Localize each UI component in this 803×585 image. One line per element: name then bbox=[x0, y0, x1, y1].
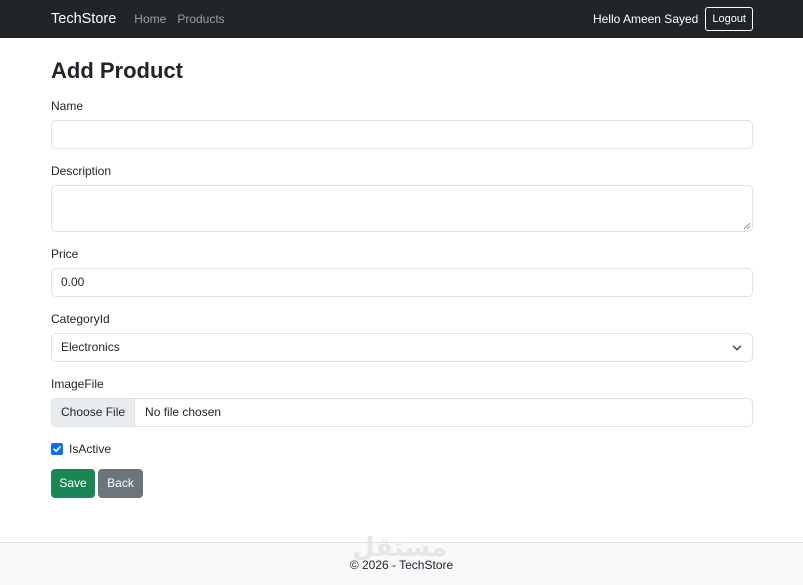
chevron-down-icon bbox=[732, 345, 742, 351]
page-footer: مستقل © 2026 - TechStore bbox=[0, 533, 803, 585]
file-status-text: No file chosen bbox=[145, 405, 222, 419]
back-button[interactable]: Back bbox=[98, 469, 143, 498]
description-textarea[interactable] bbox=[51, 185, 753, 232]
image-label: ImageFile bbox=[51, 377, 104, 391]
description-label: Description bbox=[51, 164, 112, 178]
brand-link[interactable]: TechStore bbox=[51, 11, 116, 27]
save-button[interactable]: Save bbox=[51, 469, 95, 498]
nav-link-home[interactable]: Home bbox=[134, 12, 166, 26]
price-input[interactable]: 0.00 bbox=[51, 268, 753, 297]
user-greeting: Hello Ameen Sayed bbox=[592, 12, 699, 26]
category-select[interactable]: Electronics bbox=[51, 333, 753, 362]
footer-copyright: © 2026 - TechStore bbox=[349, 558, 454, 572]
resize-grip-icon[interactable] bbox=[743, 222, 751, 230]
price-label: Price bbox=[51, 247, 79, 261]
name-label: Name bbox=[51, 99, 84, 113]
is-active-label[interactable]: IsActive bbox=[69, 442, 111, 456]
category-selected-value: Electronics bbox=[61, 340, 120, 354]
nav-link-products[interactable]: Products bbox=[177, 12, 224, 26]
name-input[interactable] bbox=[51, 120, 753, 149]
category-label: CategoryId bbox=[51, 312, 110, 326]
choose-file-button[interactable]: Choose File bbox=[52, 399, 136, 426]
page-title: Add Product bbox=[51, 58, 183, 83]
logout-button[interactable]: Logout bbox=[705, 7, 753, 31]
is-active-checkbox[interactable] bbox=[51, 443, 63, 455]
image-file-input[interactable]: Choose File No file chosen bbox=[51, 398, 753, 427]
user-area: Hello Ameen Sayed Logout bbox=[593, 7, 753, 31]
top-navbar: TechStore Home Products Hello Ameen Saye… bbox=[0, 0, 803, 38]
checkmark-icon bbox=[53, 445, 61, 453]
